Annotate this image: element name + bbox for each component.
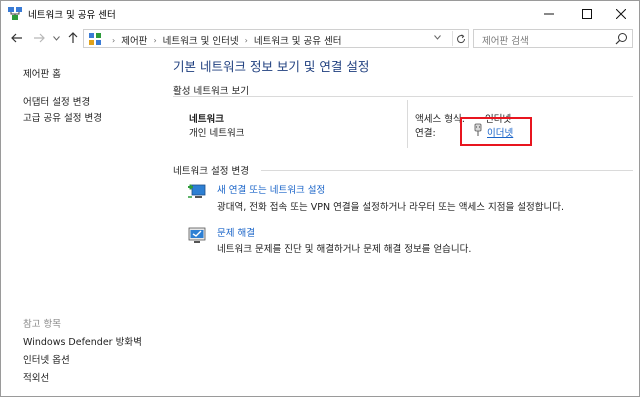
see-also-heading: 참고 항목	[23, 319, 61, 330]
chevron-down-icon	[52, 35, 60, 41]
breadcrumb-separator[interactable]: ›	[153, 36, 156, 45]
page-title: 기본 네트워크 정보 보기 및 연결 설정	[173, 59, 370, 74]
network-sharing-center-window: 네트워크 및 공유 센터 › 제어판 › 네트워크 및 인터넷 › 네트워크 및…	[0, 0, 640, 397]
back-button[interactable]	[9, 30, 25, 46]
setup-new-connection-description: 광대역, 전화 접속 또는 VPN 연결을 설정하거나 라우터 또는 액세스 지…	[217, 202, 565, 213]
up-button[interactable]	[65, 30, 81, 46]
forward-button[interactable]	[31, 30, 47, 46]
setup-new-connection-link[interactable]: 새 연결 또는 네트워크 설정	[217, 182, 325, 196]
windows-defender-firewall-link[interactable]: Windows Defender 방화벽	[23, 334, 142, 348]
arrow-left-icon	[11, 33, 22, 43]
troubleshoot-problems-description: 네트워크 문제를 진단 및 해결하거나 문제 해결 정보를 얻습니다.	[217, 244, 472, 255]
change-advanced-sharing-link[interactable]: 고급 공유 설정 변경	[23, 110, 102, 124]
minimize-icon	[544, 13, 554, 14]
control-panel-icon	[89, 33, 101, 45]
address-row: › 제어판 › 네트워크 및 인터넷 › 네트워크 및 공유 센터 제어판 검색	[1, 26, 639, 50]
change-settings-heading: 네트워크 설정 변경	[173, 166, 249, 177]
breadcrumb-item-control-panel[interactable]: 제어판	[121, 33, 147, 47]
network-name: 네트워크	[189, 114, 224, 125]
infrared-link[interactable]: 적외선	[23, 370, 49, 384]
breadcrumb: › 제어판 › 네트워크 및 인터넷 › 네트워크 및 공유 센터	[106, 33, 342, 48]
address-bar[interactable]: › 제어판 › 네트워크 및 인터넷 › 네트워크 및 공유 센터	[83, 29, 469, 48]
arrow-right-icon	[34, 33, 45, 43]
refresh-button[interactable]	[452, 31, 468, 46]
maximize-icon	[582, 8, 592, 19]
left-navigation-pane: 제어판 홈 어댑터 설정 변경 고급 공유 설정 변경 참고 항목 Window…	[1, 50, 161, 396]
breadcrumb-separator[interactable]: ›	[245, 36, 248, 45]
troubleshoot-problems-link[interactable]: 문제 해결	[217, 225, 255, 239]
troubleshoot-icon	[188, 227, 206, 243]
control-panel-home-link[interactable]: 제어판 홈	[23, 66, 61, 80]
breadcrumb-item-network-sharing-center[interactable]: 네트워크 및 공유 센터	[254, 33, 342, 47]
section-divider	[173, 96, 633, 97]
breadcrumb-item-network-internet[interactable]: 네트워크 및 인터넷	[163, 33, 239, 47]
search-placeholder: 제어판 검색	[482, 36, 529, 47]
recent-locations-dropdown[interactable]	[51, 30, 61, 46]
arrow-up-icon	[68, 32, 78, 43]
access-type-label: 액세스 형식:	[415, 114, 465, 125]
active-networks-heading: 활성 네트워크 보기	[173, 86, 249, 97]
connections-label: 연결:	[415, 128, 436, 139]
highlight-box	[460, 117, 532, 146]
search-input[interactable]: 제어판 검색	[473, 29, 633, 48]
close-icon	[616, 8, 626, 19]
search-icon	[615, 33, 627, 45]
title-bar[interactable]: 네트워크 및 공유 센터	[1, 1, 639, 26]
refresh-icon	[456, 33, 465, 43]
maximize-button[interactable]	[569, 1, 605, 26]
breadcrumb-separator: ›	[112, 35, 116, 45]
close-button[interactable]	[603, 1, 639, 26]
minimize-button[interactable]	[531, 1, 567, 26]
chevron-down-icon	[434, 35, 441, 40]
internet-options-link[interactable]: 인터넷 옵션	[23, 352, 70, 366]
change-adapter-settings-link[interactable]: 어댑터 설정 변경	[23, 94, 90, 108]
section-divider	[261, 170, 633, 171]
main-content: 기본 네트워크 정보 보기 및 연결 설정 활성 네트워크 보기 네트워크 개인…	[161, 50, 639, 396]
window-title: 네트워크 및 공유 센터	[28, 10, 116, 21]
vertical-divider	[407, 100, 408, 148]
address-dropdown[interactable]	[434, 33, 441, 42]
network-center-icon	[8, 7, 22, 20]
new-connection-icon	[188, 184, 206, 198]
network-type-link[interactable]: 개인 네트워크	[189, 125, 244, 139]
